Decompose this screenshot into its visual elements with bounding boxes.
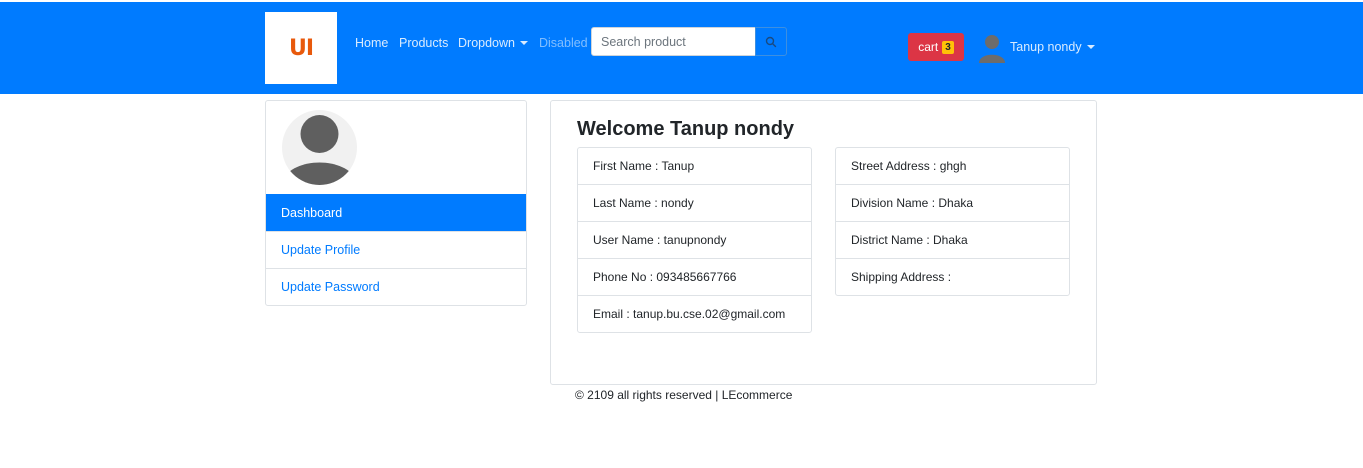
user-name-label: Tanup nondy: [1010, 40, 1082, 54]
sidebar-item-dashboard[interactable]: Dashboard: [266, 194, 526, 231]
nav-disabled-link: Disabled: [539, 36, 588, 50]
profile-avatar-icon: [282, 110, 357, 185]
user-name-row: User Name : tanupnondy: [578, 221, 811, 258]
profile-sidebar: Dashboard Update Profile Update Password: [265, 100, 527, 306]
search-input[interactable]: [591, 27, 756, 56]
profile-details-card: Welcome Tanup nondy First Name : Tanup L…: [550, 100, 1097, 385]
cart-button[interactable]: cart 3: [908, 33, 964, 61]
user-avatar-icon[interactable]: [978, 33, 1006, 63]
nav-dropdown-toggle[interactable]: Dropdown: [458, 36, 528, 50]
email-row: Email : tanup.bu.cse.02@gmail.com: [578, 295, 811, 332]
street-address-row: Street Address : ghgh: [851, 159, 967, 173]
navbar: UI Home Products Dropdown Disabled cart …: [0, 2, 1363, 94]
caret-down-icon: [519, 41, 528, 45]
footer-copyright: © 2109 all rights reserved | LEcommerce: [575, 388, 793, 402]
search-button[interactable]: [755, 27, 787, 56]
logo-text: UI: [288, 35, 314, 61]
nav-home-link[interactable]: Home: [355, 36, 388, 50]
shipping-address-row: Shipping Address :: [836, 258, 1069, 295]
sidebar-item-update-password[interactable]: Update Password: [266, 268, 526, 305]
address-info-list: Street Address : ghgh Division Name : Dh…: [835, 147, 1070, 296]
personal-info-list: First Name : Tanup Last Name : nondy Use…: [577, 147, 812, 333]
sidebar-item-update-profile[interactable]: Update Profile: [266, 231, 526, 268]
user-menu-toggle[interactable]: Tanup nondy: [1010, 40, 1095, 54]
cart-count-badge: 3: [942, 40, 954, 54]
cart-label: cart: [918, 40, 939, 54]
nav-dropdown-label: Dropdown: [458, 36, 515, 50]
division-row: Division Name : Dhaka: [836, 184, 1069, 221]
district-row: District Name : Dhaka: [836, 221, 1069, 258]
nav-products-link[interactable]: Products: [399, 36, 448, 50]
welcome-heading: Welcome Tanup nondy: [577, 118, 795, 140]
first-name-row: First Name : Tanup: [593, 159, 695, 173]
phone-row: Phone No : 093485667766: [578, 258, 811, 295]
caret-down-icon: [1086, 45, 1095, 49]
brand-logo[interactable]: UI: [265, 12, 337, 84]
last-name-row: Last Name : nondy: [578, 184, 811, 221]
search-icon: [765, 36, 777, 47]
